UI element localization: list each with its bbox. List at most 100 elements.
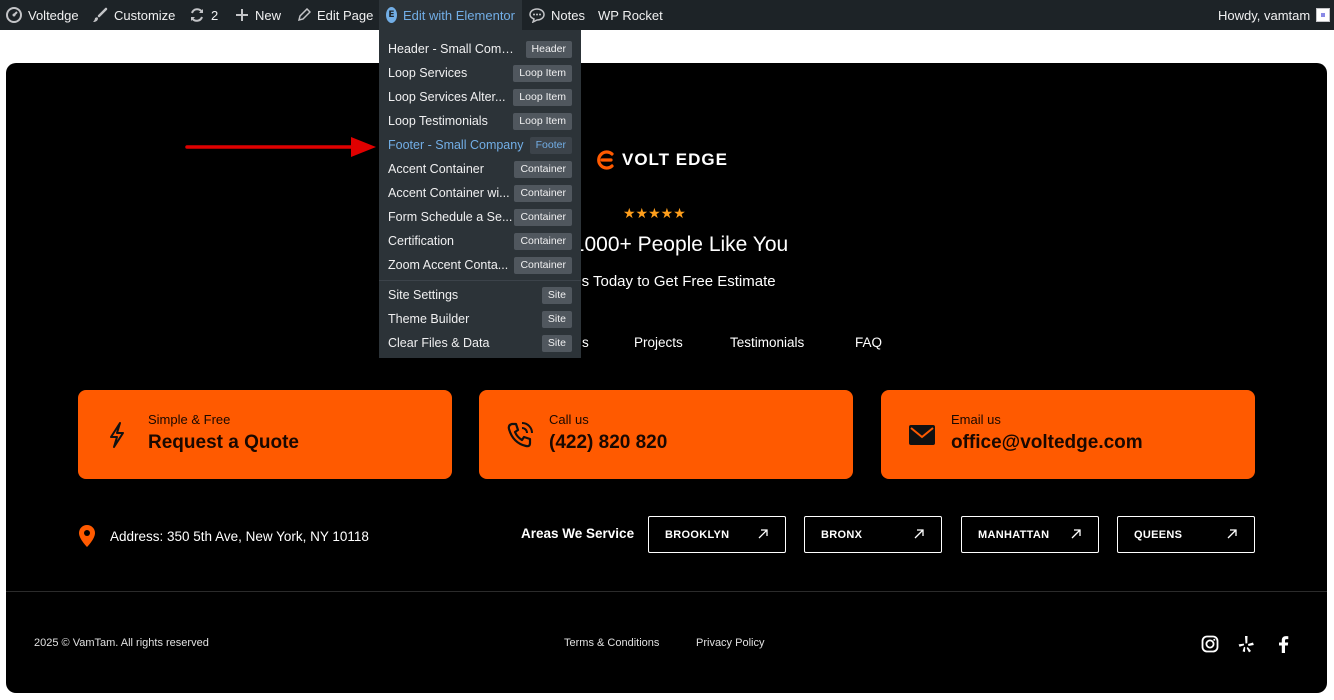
logo-text: VOLT EDGE xyxy=(622,150,728,169)
phone-icon xyxy=(507,422,533,448)
card-title: (422) 820 820 xyxy=(549,432,668,453)
notes-link[interactable]: Notes xyxy=(529,0,585,30)
terms-link[interactable]: Terms & Conditions xyxy=(564,637,659,649)
call-us-card[interactable]: Call us (422) 820 820 xyxy=(479,390,853,479)
menu-item-loop-services-alternate[interactable]: Loop Services Alter... Loop Item xyxy=(379,85,581,109)
menu-item-form-schedule[interactable]: Form Schedule a Se... Container xyxy=(379,205,581,229)
menu-item-label: Loop Services Alter... xyxy=(388,90,506,104)
area-name: MANHATTAN xyxy=(978,529,1050,541)
area-name: BROOKLYN xyxy=(665,529,730,541)
menu-item-badge: Site xyxy=(541,334,572,352)
arrow-up-right-icon xyxy=(1071,529,1081,539)
wp-admin-bar: Voltedge Customize 2 New Edit Page E Edi… xyxy=(0,0,1334,30)
menu-item-badge: Loop Item xyxy=(513,88,572,106)
menu-item-label: Certification xyxy=(388,234,454,248)
new-content-link[interactable]: New xyxy=(235,0,281,30)
menu-item-footer-small-company[interactable]: Footer - Small Company Footer xyxy=(379,133,581,157)
site-name-label: Voltedge xyxy=(28,7,79,23)
area-name: BRONX xyxy=(821,529,863,541)
brand-logo[interactable]: VOLT EDGE xyxy=(596,150,728,170)
area-button-manhattan[interactable]: MANHATTAN xyxy=(961,516,1099,553)
updates-icon xyxy=(191,8,203,22)
updates-count: 2 xyxy=(211,7,219,23)
yelp-icon[interactable] xyxy=(1237,635,1255,653)
new-label: New xyxy=(255,7,282,23)
menu-item-badge: Site xyxy=(541,286,572,304)
menu-item-zoom-accent-container[interactable]: Zoom Accent Conta... Container xyxy=(379,253,581,277)
menu-item-label: Accent Container xyxy=(388,162,484,176)
arrow-up-right-icon xyxy=(914,529,924,539)
menu-item-badge: Loop Item xyxy=(513,112,572,130)
menu-item-badge: Container xyxy=(514,232,572,250)
menu-item-loop-services[interactable]: Loop Services Loop Item xyxy=(379,61,581,85)
address-text: Address: 350 5th Ave, New York, NY 10118 xyxy=(110,528,369,544)
menu-item-accent-container-with[interactable]: Accent Container wi... Container xyxy=(379,181,581,205)
my-account-link[interactable]: Howdy, vamtam xyxy=(1218,0,1331,30)
mail-icon xyxy=(909,425,935,445)
card-caption: Call us xyxy=(549,412,589,427)
arrow-up-right-icon xyxy=(758,529,768,539)
menu-item-label: Accent Container wi... xyxy=(388,186,510,200)
menu-item-label: Theme Builder xyxy=(388,312,470,326)
edit-with-elementor-link[interactable]: E Edit with Elementor xyxy=(379,0,522,30)
menu-item-site-settings[interactable]: Site Settings Site xyxy=(379,283,581,307)
elementor-icon: E xyxy=(386,7,397,23)
copyright-text: 2025 © VamTam. All rights reserved xyxy=(34,637,209,649)
menu-item-theme-builder[interactable]: Theme Builder Site xyxy=(379,307,581,331)
facebook-icon[interactable] xyxy=(1276,635,1290,653)
menu-item-badge: Container xyxy=(514,256,572,274)
red-annotation-arrow-icon xyxy=(185,137,376,157)
menu-divider xyxy=(379,280,581,281)
volt-edge-logo-icon xyxy=(597,150,614,170)
pencil-icon xyxy=(297,8,311,22)
howdy-label: Howdy, vamtam xyxy=(1218,7,1311,23)
notes-label: Notes xyxy=(551,7,585,23)
menu-item-label: Loop Testimonials xyxy=(388,114,488,128)
footer-nav-faq[interactable]: FAQ xyxy=(855,335,882,350)
area-button-brooklyn[interactable]: BROOKLYN xyxy=(648,516,786,553)
email-us-card[interactable]: Email us office@voltedge.com xyxy=(881,390,1255,479)
menu-item-header-small-company[interactable]: Header - Small Comp... Header xyxy=(379,37,581,61)
area-button-queens[interactable]: QUEENS xyxy=(1117,516,1255,553)
area-button-bronx[interactable]: BRONX xyxy=(804,516,942,553)
avatar xyxy=(1316,8,1331,22)
areas-we-service-label: Areas We Service xyxy=(521,526,635,541)
menu-item-label: Header - Small Comp... xyxy=(388,42,518,56)
card-title: Request a Quote xyxy=(148,432,299,453)
menu-item-certification[interactable]: Certification Container xyxy=(379,229,581,253)
menu-item-label: Zoom Accent Conta... xyxy=(388,258,509,272)
menu-item-badge: Footer xyxy=(529,136,572,154)
card-caption: Simple & Free xyxy=(148,412,231,427)
menu-item-badge: Container xyxy=(514,184,572,202)
menu-item-label: Footer - Small Company xyxy=(388,138,524,152)
footer-nav-projects[interactable]: Projects xyxy=(634,335,683,350)
speech-bubble-icon xyxy=(529,8,545,23)
menu-item-badge: Container xyxy=(514,208,572,226)
edit-with-elementor-label: Edit with Elementor xyxy=(403,7,515,23)
menu-item-badge: Container xyxy=(514,160,572,178)
menu-item-loop-testimonials[interactable]: Loop Testimonials Loop Item xyxy=(379,109,581,133)
footer-nav-services-partial[interactable]: s xyxy=(582,335,589,350)
menu-item-badge: Header xyxy=(525,40,572,58)
edit-page-link[interactable]: Edit Page xyxy=(297,0,373,30)
menu-item-badge: Site xyxy=(541,310,572,328)
address-block: Address: 350 5th Ave, New York, NY 10118 xyxy=(78,524,369,548)
edit-page-label: Edit Page xyxy=(317,7,374,23)
instagram-icon[interactable] xyxy=(1201,635,1219,653)
footer-nav-testimonials[interactable]: Testimonials xyxy=(730,335,804,350)
menu-item-accent-container[interactable]: Accent Container Container xyxy=(379,157,581,181)
request-quote-card[interactable]: Simple & Free Request a Quote xyxy=(78,390,452,479)
site-name-link[interactable]: Voltedge xyxy=(6,0,79,30)
wp-rocket-link[interactable]: WP Rocket xyxy=(598,0,663,30)
contact-subtitle: ct us Today to Get Free Estimate xyxy=(557,273,776,290)
privacy-link[interactable]: Privacy Policy xyxy=(696,637,764,649)
card-caption: Email us xyxy=(951,412,1001,427)
location-pin-icon xyxy=(79,525,95,547)
updates-link[interactable]: 2 xyxy=(189,0,218,30)
menu-item-clear-files-data[interactable]: Clear Files & Data Site xyxy=(379,331,581,355)
customize-link[interactable]: Customize xyxy=(92,0,175,30)
customize-label: Customize xyxy=(114,7,176,23)
menu-item-label: Loop Services xyxy=(388,66,468,80)
rating-title: by 1000+ People Like You xyxy=(544,233,789,256)
paintbrush-icon xyxy=(93,7,108,22)
